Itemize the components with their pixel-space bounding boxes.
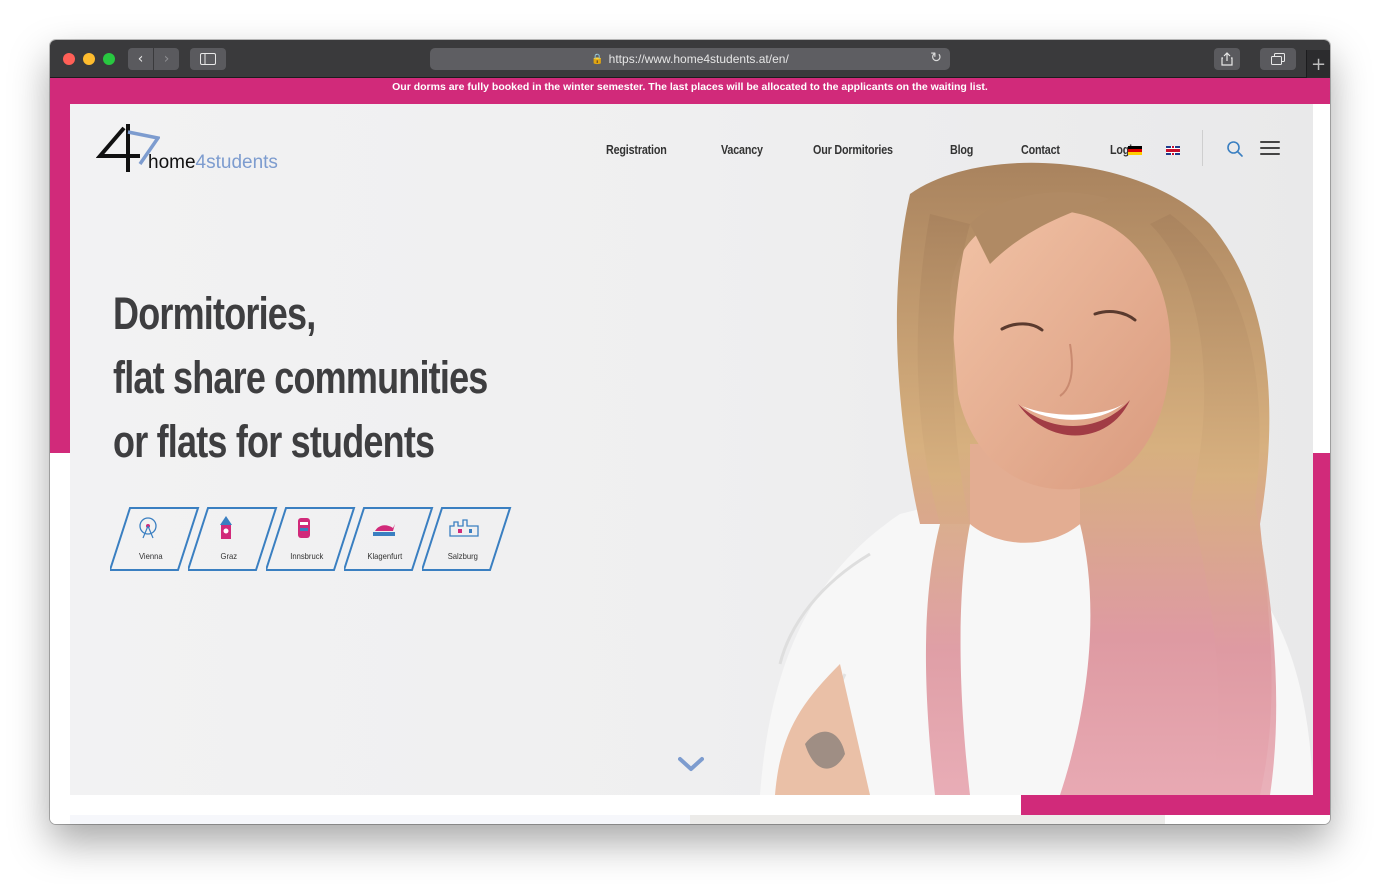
city-vienna-button[interactable]: Vienna — [110, 507, 200, 571]
chevron-right-icon: › — [163, 51, 170, 67]
share-icon — [1221, 52, 1233, 66]
nav-registration[interactable]: Registration — [606, 143, 667, 157]
city-graz-button[interactable]: Graz — [188, 507, 278, 571]
web-page: Our dorms are fully booked in the winter… — [50, 78, 1330, 824]
tabs-icon — [1271, 53, 1285, 65]
city-label-innsbruck: Innsbruck — [290, 551, 324, 561]
nav-vacancy[interactable]: Vacancy — [721, 143, 763, 157]
city-label-graz: Graz — [220, 551, 238, 561]
main-navigation: Registration Vacancy Our Dormitories Blo… — [606, 143, 1187, 157]
new-tab-button[interactable]: + — [1306, 50, 1330, 78]
hero-headline-line-2: flat share communities — [113, 352, 488, 403]
notice-banner: Our dorms are fully booked in the winter… — [50, 78, 1330, 96]
pink-accent-bar — [1021, 795, 1313, 815]
hero-portrait-image — [760, 162, 1313, 795]
next-section-image — [690, 815, 1165, 824]
city-salzburg-button[interactable]: Salzburg — [422, 507, 512, 571]
minimize-window-button[interactable] — [83, 53, 95, 65]
hero-section: home4students Registration Vacancy Our D… — [70, 104, 1313, 795]
city-klagenfurt-button[interactable]: Klagenfurt — [344, 507, 434, 571]
header-divider — [1202, 130, 1203, 166]
pink-frame-left — [50, 96, 70, 453]
browser-toolbar: ‹ › 🔒 https://www.home4students.at/en/ ↻… — [50, 40, 1330, 78]
zoom-window-button[interactable] — [103, 53, 115, 65]
back-button[interactable]: ‹ — [128, 48, 153, 70]
ferris-wheel-icon — [139, 517, 157, 539]
hero-headline: Dormitories, flat share communities or f… — [113, 282, 581, 474]
share-button[interactable] — [1214, 48, 1240, 70]
plus-icon: + — [1310, 53, 1327, 75]
notice-banner-text: Our dorms are fully booked in the winter… — [392, 81, 988, 93]
address-bar[interactable]: 🔒 https://www.home4students.at/en/ ↻ — [430, 48, 950, 70]
sidebar-toggle-button[interactable] — [190, 48, 226, 70]
chevron-left-icon: ‹ — [137, 51, 144, 67]
browser-window: ‹ › 🔒 https://www.home4students.at/en/ ↻… — [50, 40, 1330, 824]
url-text: https://www.home4students.at/en/ — [608, 52, 789, 66]
sidebar-icon — [200, 53, 216, 65]
hamburger-menu-icon[interactable] — [1260, 141, 1280, 157]
site-logo-text: home4students — [148, 152, 278, 174]
city-innsbruck-button[interactable]: Innsbruck — [266, 507, 356, 571]
german-flag-icon[interactable] — [1128, 146, 1142, 155]
hero-headline-line-3: or flats for students — [113, 416, 435, 467]
city-label-vienna: Vienna — [138, 551, 163, 561]
fortress-icon — [449, 519, 479, 537]
city-selector: Vienna Graz Innsbruck Klagenfurt Salzbur… — [110, 507, 520, 571]
dragon-icon — [373, 524, 395, 536]
search-icon[interactable] — [1226, 140, 1244, 158]
scroll-down-chevron-icon[interactable] — [678, 756, 704, 772]
nav-our-dormitories[interactable]: Our Dormitories — [813, 143, 893, 157]
lock-icon: 🔒 — [591, 53, 604, 65]
close-window-button[interactable] — [63, 53, 75, 65]
city-label-salzburg: Salzburg — [447, 551, 478, 561]
clock-tower-icon — [220, 516, 232, 539]
pink-frame-top — [50, 96, 1330, 104]
logo-text-home: home — [148, 152, 196, 173]
golden-roof-icon — [298, 518, 310, 538]
next-section-panel — [70, 815, 690, 824]
uk-flag-icon[interactable] — [1166, 146, 1180, 155]
pink-frame-right — [1313, 453, 1330, 815]
show-tabs-button[interactable] — [1260, 48, 1296, 70]
nav-contact[interactable]: Contact — [1021, 143, 1060, 157]
logo-text-4students: 4students — [195, 152, 278, 173]
nav-blog[interactable]: Blog — [950, 143, 973, 157]
reload-icon[interactable]: ↻ — [930, 50, 942, 66]
city-label-klagenfurt: Klagenfurt — [367, 551, 403, 561]
site-logo[interactable]: home4students — [96, 122, 296, 182]
hero-headline-line-1: Dormitories, — [113, 288, 316, 339]
forward-button[interactable]: › — [154, 48, 179, 70]
